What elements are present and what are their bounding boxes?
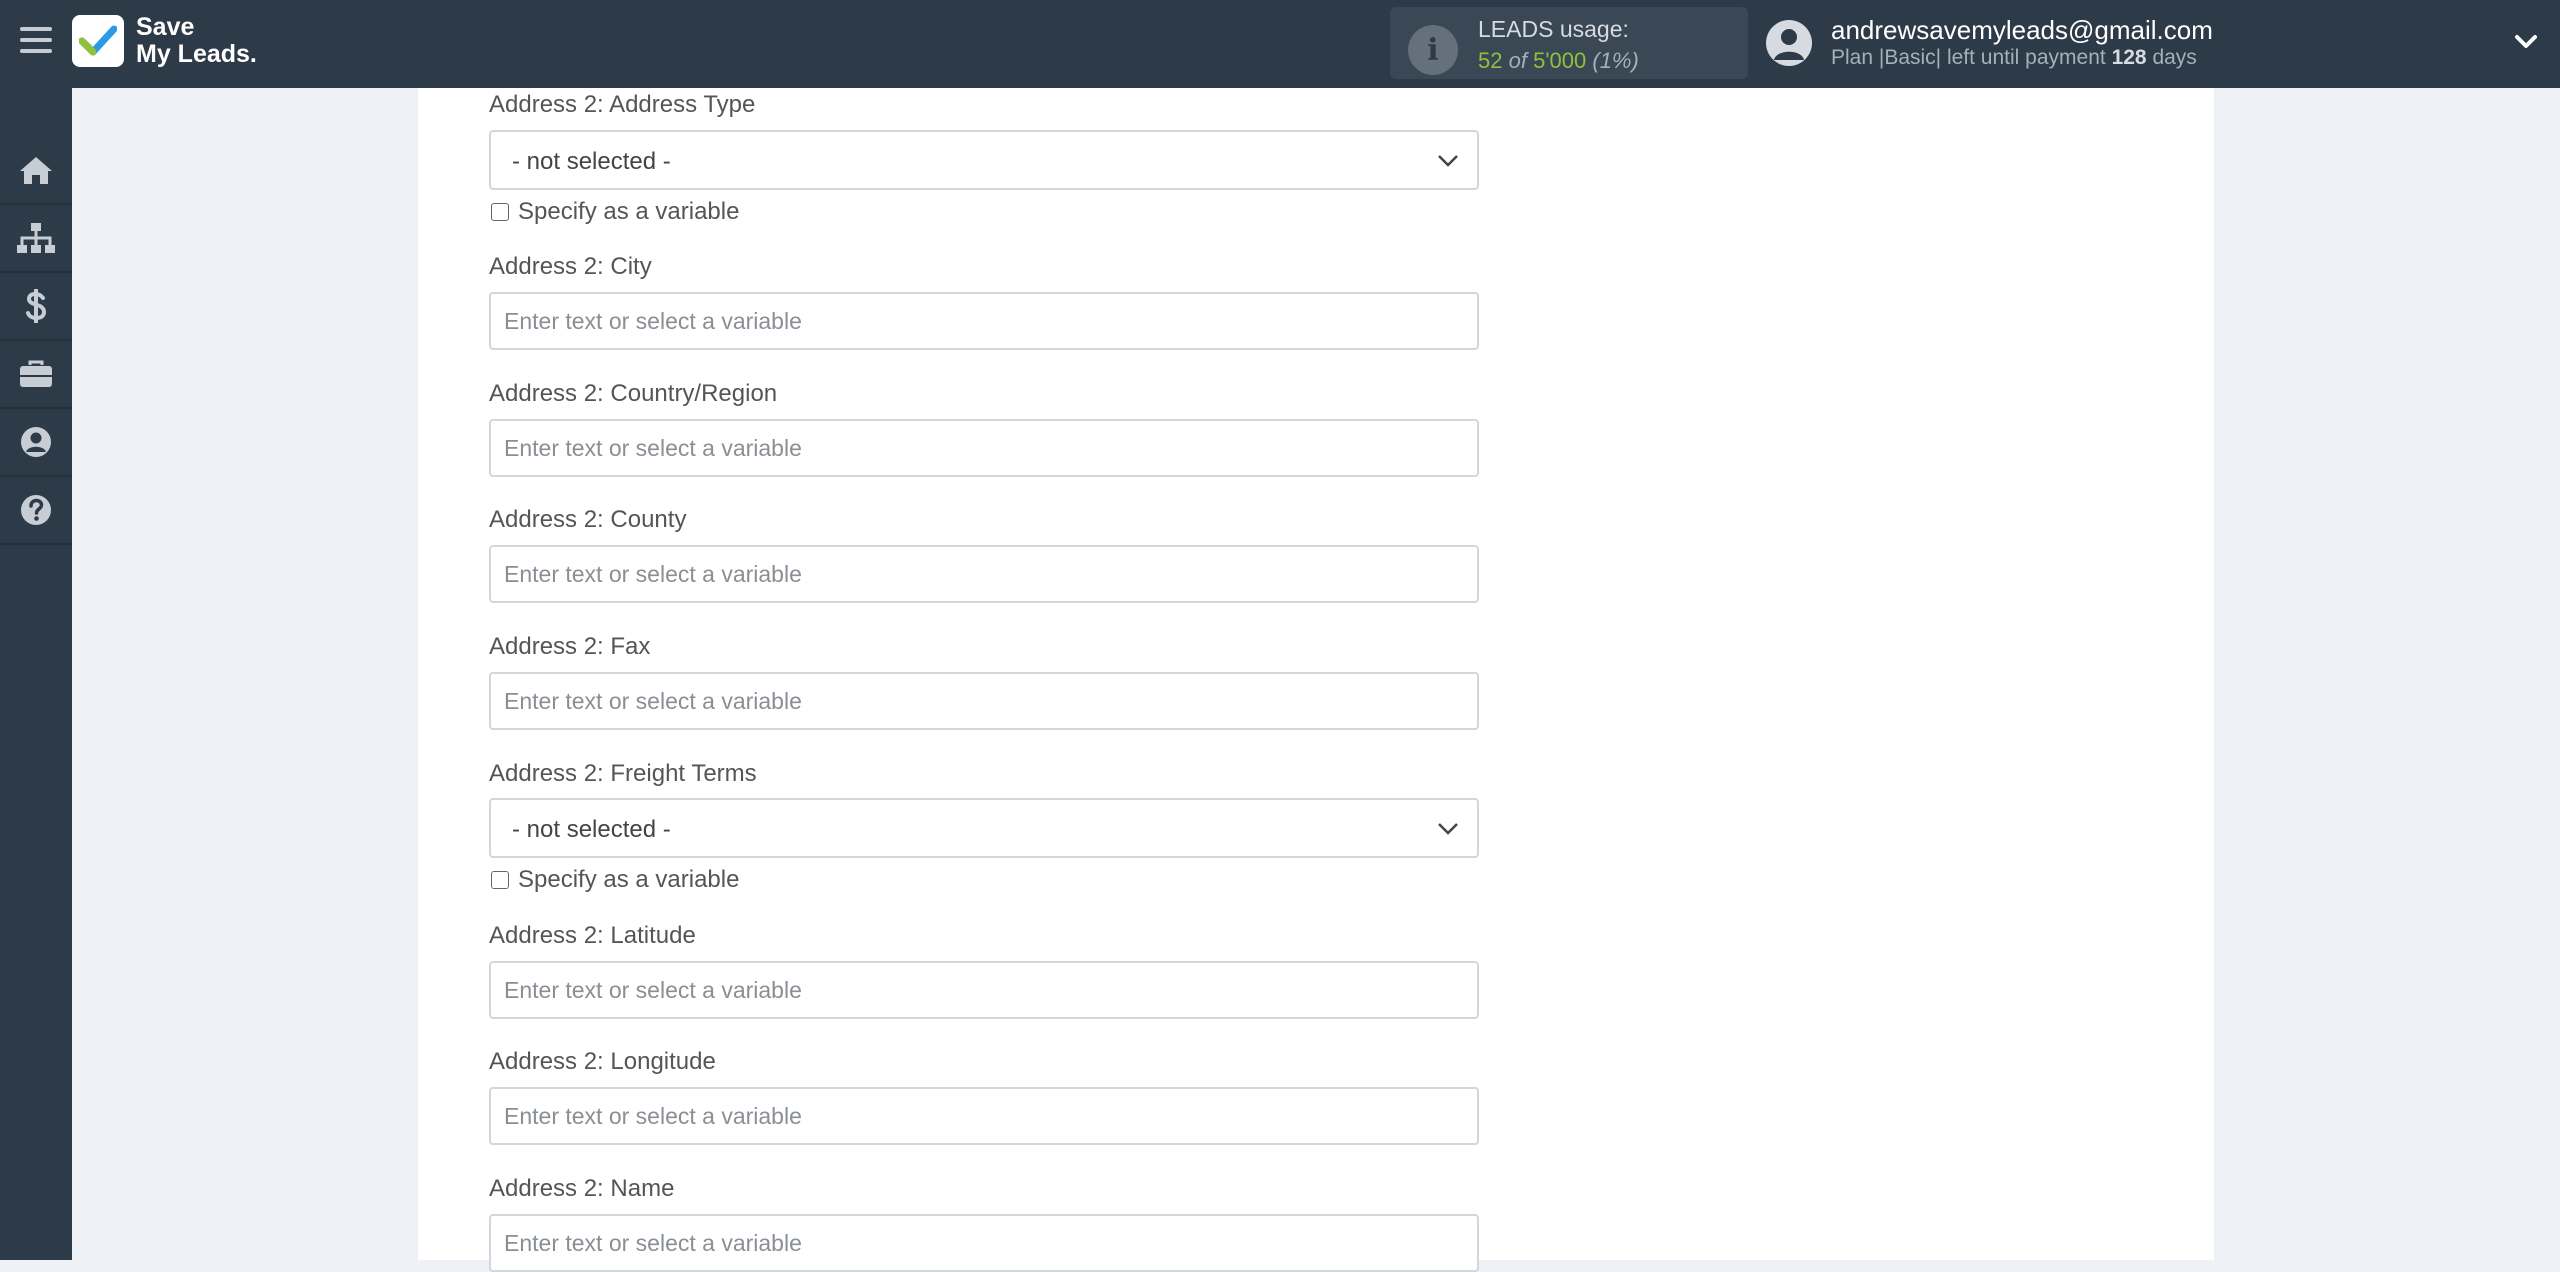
user-avatar-icon[interactable]: [1766, 20, 1812, 66]
address-type-variable-checkbox[interactable]: [491, 203, 509, 221]
dollar-icon: [26, 289, 47, 323]
plan-prefix: Plan |Basic| left until payment: [1831, 46, 2106, 69]
country-region-input[interactable]: [489, 419, 1479, 477]
county-input[interactable]: [489, 545, 1479, 603]
address-type-select[interactable]: - not selected -: [489, 130, 1479, 190]
freight-terms-variable-row: Specify as a variable: [491, 866, 740, 893]
user-plan: Plan |Basic| left until payment 128 days: [1831, 46, 2197, 70]
longitude-label: Address 2: Longitude: [489, 1048, 716, 1075]
freight-terms-value: - not selected -: [512, 816, 671, 843]
fax-input[interactable]: [489, 672, 1479, 730]
sidebar-item-account[interactable]: [0, 409, 72, 477]
sidebar-item-billing[interactable]: [0, 273, 72, 341]
plan-days: 128: [2111, 46, 2147, 69]
question-icon: [21, 495, 51, 525]
name-input[interactable]: [489, 1214, 1479, 1272]
country-region-label: Address 2: Country/Region: [489, 380, 778, 407]
chevron-down-icon[interactable]: [2510, 26, 2542, 58]
sidebar: [0, 88, 72, 1260]
info-icon: i: [1408, 25, 1458, 75]
logo-text-line1: Save: [136, 13, 195, 41]
fax-label: Address 2: Fax: [489, 633, 651, 660]
latitude-label: Address 2: Latitude: [489, 922, 696, 949]
home-icon: [20, 157, 52, 184]
leads-total: 5'000: [1533, 48, 1587, 73]
address-type-variable-row: Specify as a variable: [491, 198, 740, 225]
city-input[interactable]: [489, 292, 1479, 350]
sitemap-icon: [17, 223, 55, 253]
latitude-input[interactable]: [489, 961, 1479, 1019]
address-type-variable-label: Specify as a variable: [518, 198, 740, 225]
logo-icon[interactable]: [72, 15, 124, 67]
name-label: Address 2: Name: [489, 1175, 675, 1202]
logo-text[interactable]: Save My Leads.: [136, 14, 257, 68]
address-type-label: Address 2: Address Type: [489, 91, 756, 118]
sidebar-item-help[interactable]: [0, 477, 72, 545]
leads-percent: (1%): [1592, 48, 1639, 73]
leads-usage-label: LEADS usage:: [1478, 16, 1629, 42]
leads-of: of: [1508, 48, 1527, 73]
sidebar-item-connections[interactable]: [0, 205, 72, 273]
top-bar: Save My Leads. i LEADS usage: 52 of 5'00…: [0, 0, 2560, 88]
city-label: Address 2: City: [489, 253, 652, 280]
plan-days-suffix: days: [2152, 46, 2197, 69]
leads-usage-panel: i LEADS usage: 52 of 5'000 (1%): [1390, 7, 1748, 79]
chevron-down-icon: [1438, 823, 1458, 835]
hamburger-menu-icon[interactable]: [20, 27, 52, 59]
user-circle-icon: [21, 427, 51, 457]
address-type-value: - not selected -: [512, 148, 671, 175]
longitude-input[interactable]: [489, 1087, 1479, 1145]
logo-text-line2: My Leads.: [136, 40, 257, 68]
freight-terms-variable-checkbox[interactable]: [491, 871, 509, 889]
chevron-down-icon: [1438, 155, 1458, 167]
user-email[interactable]: andrewsavemyleads@gmail.com: [1831, 15, 2213, 46]
freight-terms-select[interactable]: - not selected -: [489, 798, 1479, 858]
freight-terms-label: Address 2: Freight Terms: [489, 760, 757, 787]
sidebar-item-home[interactable]: [0, 137, 72, 205]
sidebar-item-tools[interactable]: [0, 341, 72, 409]
leads-used: 52: [1478, 48, 1503, 73]
county-label: Address 2: County: [489, 506, 687, 533]
freight-terms-variable-label: Specify as a variable: [518, 866, 740, 893]
briefcase-icon: [20, 360, 52, 387]
leads-usage-count: 52 of 5'000 (1%): [1478, 48, 1639, 74]
